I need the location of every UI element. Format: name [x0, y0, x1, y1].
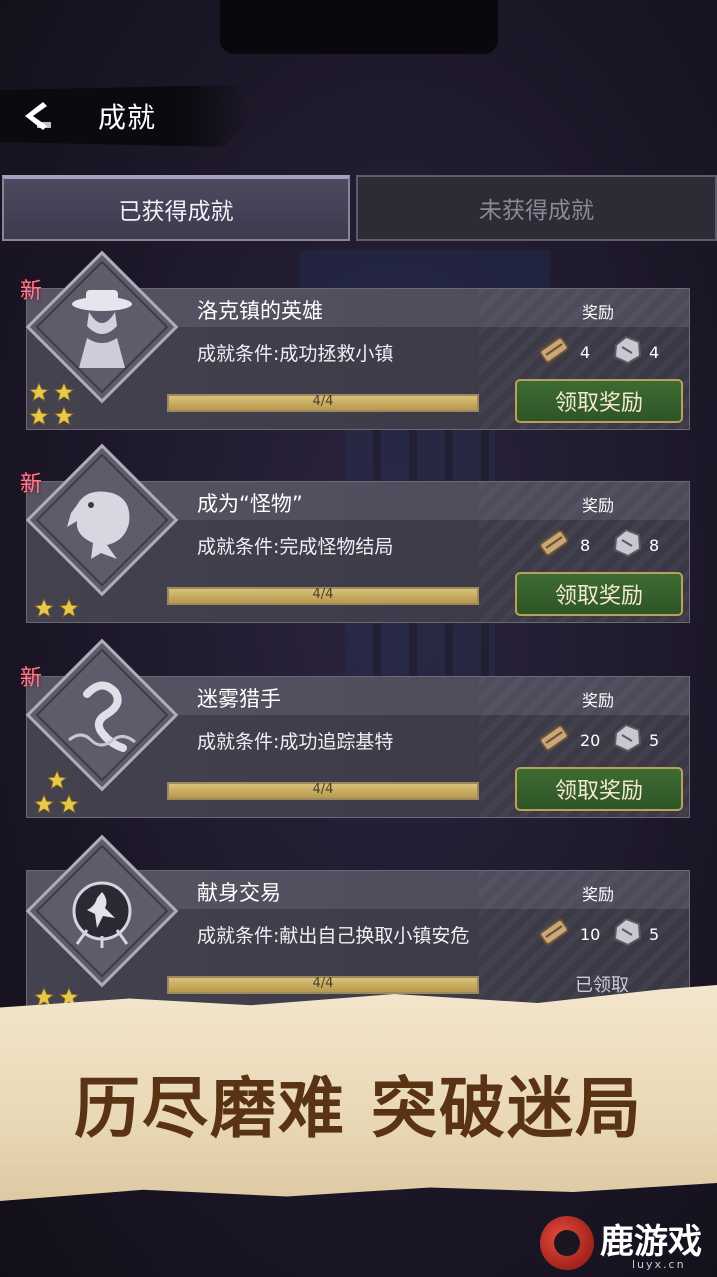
scroll-reward-icon: [539, 336, 569, 364]
scroll-reward-icon: [539, 724, 569, 752]
achievement-condition: 成就条件:献出自己换取小镇安危: [197, 925, 470, 947]
stone-reward-icon: [613, 917, 642, 947]
star-icon: [53, 381, 75, 402]
progress-text: 4/4: [312, 394, 334, 409]
reward-count-stone: 5: [649, 925, 660, 944]
scroll-reward-icon: [539, 529, 569, 557]
star-icon: [58, 793, 80, 814]
star-icon: [28, 381, 50, 402]
back-arrow-icon: [25, 102, 51, 130]
watermark: 鹿游戏 luyx.cn: [540, 1210, 717, 1277]
reward-count-stone: 4: [649, 343, 660, 362]
claim-reward-button[interactable]: 领取奖励: [515, 572, 683, 616]
stone-reward-icon: [613, 723, 642, 753]
reward-count-scroll: 20: [580, 731, 601, 750]
progress-text: 4/4: [312, 976, 334, 991]
achievement-condition: 成就条件:完成怪物结局: [197, 536, 394, 558]
progress-bar: 4/4: [167, 587, 479, 605]
progress-bar: 4/4: [167, 976, 479, 994]
achievement-title: 献身交易: [197, 881, 281, 905]
back-button[interactable]: [14, 95, 56, 137]
star-icon: [28, 405, 50, 426]
star-icon: [58, 597, 80, 618]
progress-bar: 4/4: [167, 782, 479, 800]
scroll-reward-icon: [539, 918, 569, 946]
reward-count-stone: 8: [649, 536, 660, 555]
stone-reward-icon: [613, 335, 642, 365]
claim-reward-button[interactable]: 领取奖励: [515, 379, 683, 423]
deer-logo-icon: [540, 1216, 594, 1270]
achievement-emblem: [25, 250, 179, 404]
reward-label: 奖励: [582, 885, 615, 904]
watermark-text: 鹿游戏: [600, 1222, 702, 1262]
star-icon: [33, 793, 55, 814]
achievement-title: 迷雾猎手: [197, 687, 281, 711]
achievement-title: 洛克镇的英雄: [197, 299, 323, 323]
serpent-icon: [68, 681, 136, 752]
new-badge: 新: [20, 279, 43, 304]
page-title: 成就: [98, 101, 157, 134]
reward-count-stone: 5: [649, 731, 660, 750]
claim-reward-button[interactable]: 领取奖励: [515, 767, 683, 811]
achievement-condition: 成就条件:成功追踪基特: [197, 731, 394, 753]
new-badge: 新: [20, 472, 43, 497]
achievement-emblem: [25, 443, 179, 597]
claimed-status: 已领取: [575, 975, 629, 996]
reward-label: 奖励: [582, 496, 615, 515]
camera-notch: [220, 0, 498, 54]
star-icon: [53, 405, 75, 426]
achievement-emblem: [25, 834, 179, 988]
star-icon: [33, 597, 55, 618]
tab-earned[interactable]: 已获得成就: [2, 175, 350, 241]
achievement-condition: 成就条件:成功拯救小镇: [197, 343, 394, 365]
achievement-title: 成为“怪物”: [197, 492, 303, 516]
progress-text: 4/4: [312, 587, 334, 602]
progress-text: 4/4: [312, 782, 334, 797]
star-icon: [46, 769, 68, 790]
stone-reward-icon: [613, 528, 642, 558]
new-badge: 新: [20, 666, 43, 691]
monster-icon: [67, 491, 130, 559]
reward-count-scroll: 4: [580, 343, 591, 362]
achievement-tabs: 已获得成就 未获得成就: [2, 175, 717, 241]
detective-icon: [72, 290, 132, 368]
watermark-url: luyx.cn: [632, 1258, 686, 1271]
ritual-icon: [72, 881, 132, 948]
reward-count-scroll: 10: [580, 925, 601, 944]
reward-label: 奖励: [582, 691, 615, 710]
promo-banner-text: 历尽磨难 突破迷局: [74, 1069, 643, 1147]
tab-unearned[interactable]: 未获得成就: [356, 175, 717, 241]
progress-bar: 4/4: [167, 394, 479, 412]
achievement-emblem: [25, 638, 179, 792]
reward-label: 奖励: [582, 303, 615, 322]
reward-count-scroll: 8: [580, 536, 591, 555]
